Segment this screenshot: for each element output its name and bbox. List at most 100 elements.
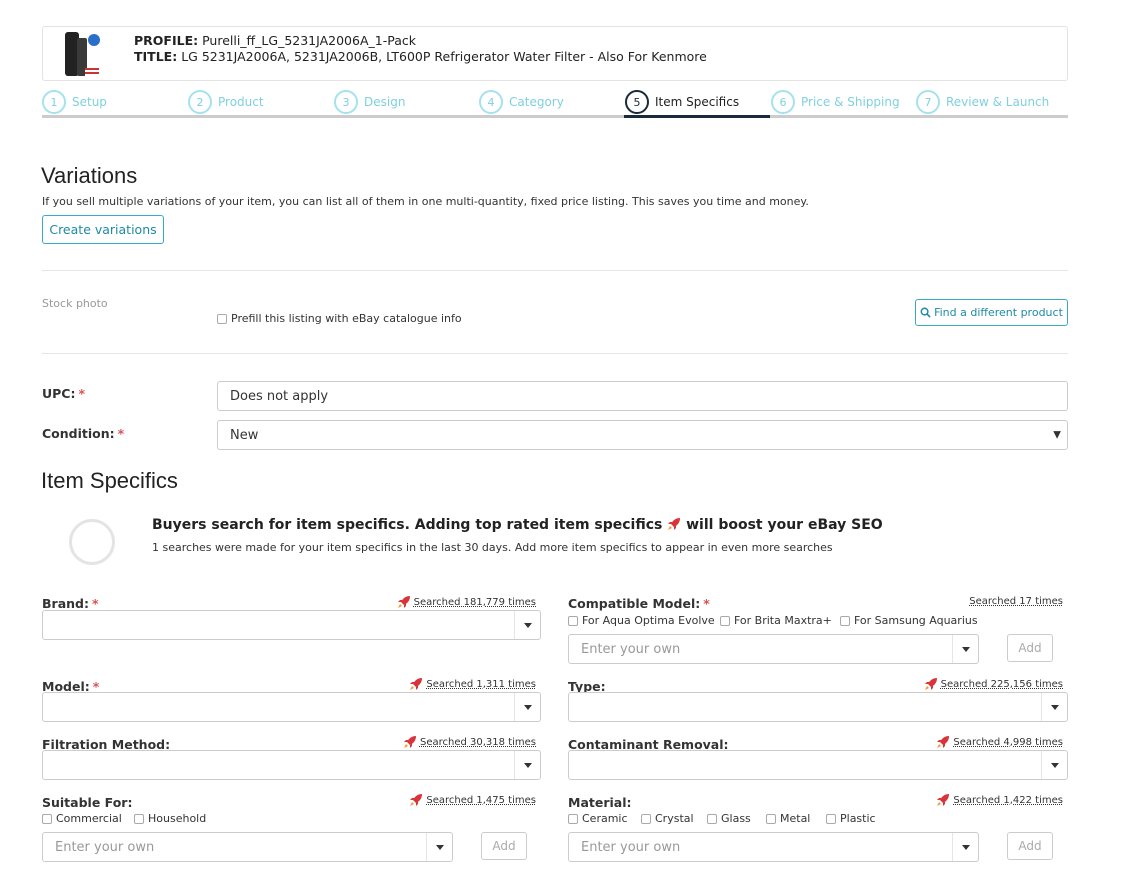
condition-label: Condition: * [42,426,125,441]
stock-photo-label: Stock photo [42,297,108,310]
caret-down-icon [523,762,532,768]
upc-input[interactable]: Does not apply [217,381,1068,411]
checkbox[interactable] [641,813,651,824]
step-review-launch[interactable]: 7 Review & Launch [916,88,1049,116]
filtration-method-searched: Searched 30,318 times [403,735,536,749]
material-option-glass[interactable]: Glass [707,812,751,825]
model-searched: Searched 1,311 times [409,677,536,691]
suitable-option-household[interactable]: Household [134,812,206,825]
dropdown-toggle[interactable] [1041,693,1067,721]
compatible-option-brita[interactable]: For Brita Maxtra+ [720,614,832,627]
seo-score-circle [69,519,115,565]
suitable-for-add-button[interactable]: Add [481,832,527,860]
checkbox[interactable] [568,615,578,626]
compatible-model-input[interactable]: Enter your own [568,634,979,664]
brand-select[interactable] [42,610,541,640]
material-add-button[interactable]: Add [1007,832,1053,860]
title-value: LG 5231JA2006A, 5231JA2006B, LT600P Refr… [181,49,707,64]
dropdown-toggle[interactable] [426,833,452,861]
caret-down-icon [523,622,532,628]
find-different-product-button[interactable]: Find a different product [915,299,1068,326]
step-price-shipping[interactable]: 6 Price & Shipping [771,88,900,116]
title-line: TITLE: LG 5231JA2006A, 5231JA2006B, LT60… [134,49,707,64]
dropdown-toggle[interactable] [514,751,540,779]
caret-down-icon [1050,704,1059,710]
rocket-icon [924,678,937,690]
prefill-label: Prefill this listing with eBay catalogue… [231,312,462,325]
brand-label: Brand: * [42,596,99,611]
rocket-icon [937,794,950,806]
material-label: Material: [568,795,632,810]
profile-value: Purelli_ff_LG_5231JA2006A_1-Pack [202,33,416,48]
caret-down-icon [1050,762,1059,768]
condition-select[interactable]: New ▼ [217,420,1068,450]
checkbox[interactable] [720,615,730,626]
dropdown-toggle[interactable] [952,635,978,663]
suitable-for-searched: Searched 1,475 times [409,793,536,807]
checkbox[interactable] [766,813,776,824]
material-searched: Searched 1,422 times [936,793,1063,807]
rocket-icon [410,794,423,806]
active-step-indicator [624,115,770,118]
step-setup[interactable]: 1 Setup [42,88,107,116]
material-option-ceramic[interactable]: Ceramic [568,812,628,825]
find-different-product-label: Find a different product [934,306,1063,319]
checkbox[interactable] [134,813,144,824]
compatible-model-add-button[interactable]: Add [1007,634,1053,662]
product-thumbnail [55,30,103,78]
rocket-icon [410,678,423,690]
prefill-checkbox[interactable]: Prefill this listing with eBay catalogue… [217,312,462,325]
chevron-down-icon: ▼ [1053,429,1061,441]
profile-label: PROFILE: [134,33,199,48]
step-category[interactable]: 4 Category [479,88,564,116]
material-option-crystal[interactable]: Crystal [641,812,694,825]
upc-label: UPC: * [42,386,86,401]
compatible-option-aqua[interactable]: For Aqua Optima Evolve [568,614,715,627]
suitable-for-input[interactable]: Enter your own [42,832,453,862]
profile-line: PROFILE: Purelli_ff_LG_5231JA2006A_1-Pac… [134,33,416,48]
type-searched: Searched 225,156 times [924,677,1063,691]
step-product[interactable]: 2 Product [188,88,264,116]
checkbox[interactable] [707,813,717,824]
material-option-metal[interactable]: Metal [766,812,810,825]
rocket-icon [937,736,950,748]
seo-title: Buyers search for item specifics. Adding… [152,517,883,533]
brand-searched: Searched 181,779 times [397,595,536,609]
rocket-icon [668,518,681,530]
caret-down-icon [523,704,532,710]
material-input[interactable]: Enter your own [568,832,979,862]
suitable-for-label: Suitable For: [42,795,133,810]
item-specifics-heading: Item Specifics [41,468,178,493]
compatible-model-label: Compatible Model: * [568,596,710,611]
material-placeholder: Enter your own [581,839,681,855]
dropdown-toggle[interactable] [952,833,978,861]
material-option-plastic[interactable]: Plastic [826,812,876,825]
wizard-steps: 1 Setup 2 Product 3 Design 4 Category 5 Item … [42,86,1068,118]
rocket-icon [397,596,410,608]
checkbox[interactable] [568,813,578,824]
variations-heading: Variations [41,163,138,188]
divider [42,270,1068,271]
contaminant-removal-select[interactable] [568,750,1068,780]
suitable-option-commercial[interactable]: Commercial [42,812,122,825]
dropdown-toggle[interactable] [514,611,540,639]
variations-description: If you sell multiple variations of your … [42,195,809,208]
step-design[interactable]: 3 Design [334,88,405,116]
dropdown-toggle[interactable] [514,693,540,721]
rocket-icon [403,736,416,748]
checkbox[interactable] [42,813,52,824]
compatible-option-samsung[interactable]: For Samsung Aquarius [840,614,978,627]
checkbox[interactable] [840,615,850,626]
filtration-method-select[interactable] [42,750,541,780]
divider [42,353,1068,354]
checkbox[interactable] [826,813,836,824]
type-select[interactable] [568,692,1068,722]
model-select[interactable] [42,692,541,722]
create-variations-button[interactable]: Create variations [42,215,164,244]
caret-down-icon [435,844,444,850]
contaminant-removal-searched: Searched 4,998 times [936,735,1063,749]
step-item-specifics[interactable]: 5 Item Specifics [625,88,739,116]
caret-down-icon [961,844,970,850]
dropdown-toggle[interactable] [1041,751,1067,779]
checkbox[interactable] [217,313,227,324]
